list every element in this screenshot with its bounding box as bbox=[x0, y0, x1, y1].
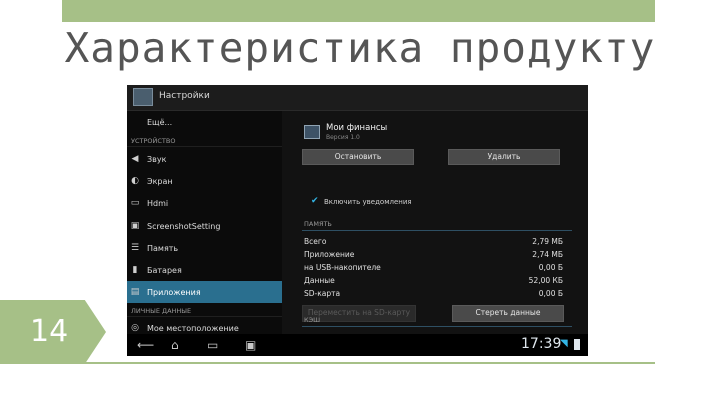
wallet-app-icon bbox=[304, 125, 320, 139]
speaker-icon: ◀ bbox=[131, 154, 139, 164]
section-divider bbox=[302, 230, 572, 231]
apps-icon: ▤ bbox=[130, 287, 140, 297]
sidebar-item-apps[interactable]: ▤ Приложения bbox=[127, 281, 282, 303]
hdmi-icon: ▭ bbox=[130, 198, 140, 208]
screenshot-icon[interactable]: ▣ bbox=[245, 338, 256, 352]
settings-app-icon[interactable] bbox=[133, 88, 153, 106]
stat-sd-value: 0,00 Б bbox=[538, 289, 563, 298]
sidebar-item-label: Мое местоположение bbox=[147, 324, 239, 333]
sidebar-item-label: Память bbox=[147, 244, 179, 253]
slide-number-badge: 14 bbox=[0, 300, 106, 364]
checkbox-icon[interactable]: ✔ bbox=[311, 197, 320, 206]
stat-usb-label: на USB-накопителе bbox=[304, 263, 381, 272]
slide-number: 14 bbox=[30, 314, 69, 349]
location-icon: ◎ bbox=[131, 323, 139, 333]
section-header-device: УСТРОЙСТВО bbox=[131, 137, 176, 145]
sidebar-item-screenshot[interactable]: ▣ ScreenshotSetting bbox=[127, 215, 282, 237]
cache-section-header: КЭШ bbox=[304, 316, 321, 324]
status-clock: 17:39 bbox=[521, 336, 562, 352]
top-accent-bar bbox=[62, 0, 655, 22]
action-bar: Настройки bbox=[127, 85, 588, 111]
app-name: Мои финансы bbox=[326, 123, 388, 133]
sidebar-item-storage[interactable]: ☰ Память bbox=[127, 237, 282, 259]
system-nav-bar: ⟵ ⌂ ▭ ▣ 17:39 ◥ bbox=[127, 334, 588, 356]
section-divider bbox=[302, 326, 572, 327]
sidebar-item-hdmi[interactable]: ▭ Hdmi bbox=[127, 192, 282, 214]
app-info-panel: Мои финансы Версия 1.0 Остановить Удалит… bbox=[282, 111, 588, 334]
battery-icon: ▮ bbox=[132, 265, 138, 275]
screenshot-icon: ▣ bbox=[130, 221, 140, 231]
storage-icon: ☰ bbox=[130, 243, 140, 253]
sidebar-item-screen[interactable]: ◐ Экран bbox=[127, 170, 282, 192]
sidebar-item-label: Hdmi bbox=[147, 199, 169, 208]
stat-total-label: Всего bbox=[304, 237, 327, 246]
stat-app-value: 2,74 МБ bbox=[532, 250, 563, 259]
sidebar-item-label: Батарея bbox=[147, 266, 182, 275]
sidebar-item-sound[interactable]: ◀ Звук bbox=[127, 148, 282, 170]
settings-sidebar: Ещё... УСТРОЙСТВО ◀ Звук ◐ Экран ▭ Hdmi … bbox=[127, 111, 282, 334]
sidebar-item-label: Ещё... bbox=[147, 118, 173, 127]
sidebar-item-battery[interactable]: ▮ Батарея bbox=[127, 259, 282, 281]
app-version: Версия 1.0 bbox=[326, 134, 360, 141]
clear-data-button[interactable]: Стереть данные bbox=[452, 305, 564, 322]
sidebar-item-label: Экран bbox=[147, 177, 173, 186]
stat-sd-label: SD-карта bbox=[304, 289, 341, 298]
brightness-icon: ◐ bbox=[131, 176, 139, 186]
slide-title: Характеристика продукту bbox=[64, 24, 656, 72]
stat-total-value: 2,79 МБ bbox=[532, 237, 563, 246]
sidebar-item-label: Приложения bbox=[147, 288, 201, 297]
bottom-divider bbox=[62, 362, 655, 364]
force-stop-button[interactable]: Остановить bbox=[302, 149, 414, 165]
android-settings-screenshot: Настройки Ещё... УСТРОЙСТВО ◀ Звук ◐ Экр… bbox=[127, 85, 588, 356]
action-bar-title: Настройки bbox=[159, 91, 210, 101]
stat-app-label: Приложение bbox=[304, 250, 355, 259]
section-header-personal: ЛИЧНЫЕ ДАННЫЕ bbox=[131, 307, 192, 315]
sidebar-item-label: Звук bbox=[147, 155, 167, 164]
back-icon[interactable]: ⟵ bbox=[137, 338, 154, 352]
stat-data-value: 52,00 КБ bbox=[528, 276, 563, 285]
notifications-checkbox-label: Включить уведомления bbox=[324, 198, 412, 206]
home-icon[interactable]: ⌂ bbox=[171, 338, 179, 352]
memory-section-header: ПАМЯТЬ bbox=[304, 220, 332, 228]
divider bbox=[127, 146, 282, 147]
stat-usb-value: 0,00 Б bbox=[538, 263, 563, 272]
sidebar-item-label: ScreenshotSetting bbox=[147, 222, 221, 231]
uninstall-button[interactable]: Удалить bbox=[448, 149, 560, 165]
battery-status-icon bbox=[574, 339, 580, 350]
sidebar-item-more[interactable]: Ещё... bbox=[127, 111, 282, 133]
recent-apps-icon[interactable]: ▭ bbox=[207, 338, 218, 352]
wifi-icon: ◥ bbox=[560, 338, 568, 349]
stat-data-label: Данные bbox=[304, 276, 335, 285]
